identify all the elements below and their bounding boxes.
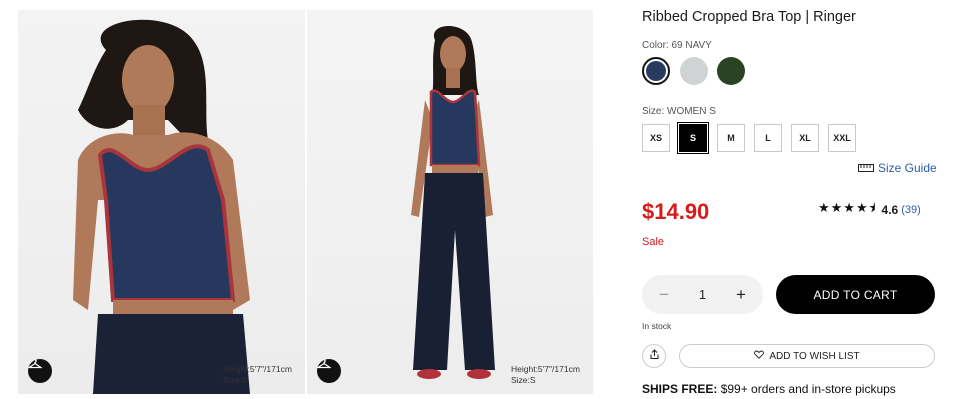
shipping-info: SHIPS FREE: $99+ orders and in-store pic… <box>642 382 896 396</box>
size-button-xxl[interactable]: XXL <box>828 124 856 152</box>
quantity-stepper: − 1 + <box>642 275 763 314</box>
add-to-wishlist-button[interactable]: ADD TO WISH LIST <box>679 344 935 368</box>
size-button-xl[interactable]: XL <box>791 124 819 152</box>
swatch-dot <box>646 61 666 81</box>
size-label: Size: WOMEN S <box>642 106 716 117</box>
rating[interactable]: ★★★★⯨ 4.6 (39) <box>818 199 921 221</box>
swatch-dot <box>717 57 745 85</box>
ruler-icon <box>858 161 874 175</box>
heart-icon <box>754 350 765 362</box>
try-on-button[interactable] <box>28 359 52 383</box>
rating-value: 4.6 <box>881 203 899 217</box>
price: $14.90 <box>642 199 710 224</box>
color-label: Color: 69 NAVY <box>642 40 712 51</box>
size-guide-link[interactable]: Size Guide <box>858 161 937 175</box>
sale-label: Sale <box>642 236 665 248</box>
size-button-m[interactable]: M <box>717 124 745 152</box>
swatch-dot <box>680 57 708 85</box>
review-count-link[interactable]: (39) <box>901 204 921 216</box>
shipping-bold: SHIPS FREE: <box>642 382 718 396</box>
size-button-s[interactable]: S <box>677 122 709 154</box>
stock-status: In stock <box>642 321 672 331</box>
decrement-button[interactable]: − <box>656 285 672 305</box>
try-on-button[interactable] <box>317 359 341 383</box>
size-button-l[interactable]: L <box>754 124 782 152</box>
product-photo-closeup[interactable]: Height:5'7"/171cm Size:S <box>18 10 305 394</box>
color-swatch-green[interactable] <box>717 57 745 85</box>
size-guide-label: Size Guide <box>878 161 937 175</box>
color-swatch-gray[interactable] <box>680 57 708 85</box>
increment-button[interactable]: + <box>733 285 749 305</box>
product-gallery: Height:5'7"/171cm Size:S Height:5'7"/171… <box>18 10 593 394</box>
model-info: Height:5'7"/171cm Size:S <box>223 364 292 385</box>
color-swatch-navy[interactable] <box>642 57 670 85</box>
wishlist-label: ADD TO WISH LIST <box>769 350 860 362</box>
quantity-value[interactable]: 1 <box>699 287 706 302</box>
star-rating-icon: ★★★★⯨ <box>818 200 877 215</box>
share-button[interactable] <box>642 344 666 368</box>
share-icon <box>649 347 660 365</box>
product-photo-fullbody[interactable]: Height:5'7"/171cm Size:S <box>307 10 593 394</box>
size-button-xs[interactable]: XS <box>642 124 670 152</box>
add-to-cart-button[interactable]: ADD TO CART <box>776 275 935 314</box>
model-info: Height:5'7"/171cm Size:S <box>511 364 580 385</box>
shipping-detail: $99+ orders and in-store pickups <box>717 382 896 396</box>
product-title: Ribbed Cropped Bra Top | Ringer <box>642 9 856 25</box>
